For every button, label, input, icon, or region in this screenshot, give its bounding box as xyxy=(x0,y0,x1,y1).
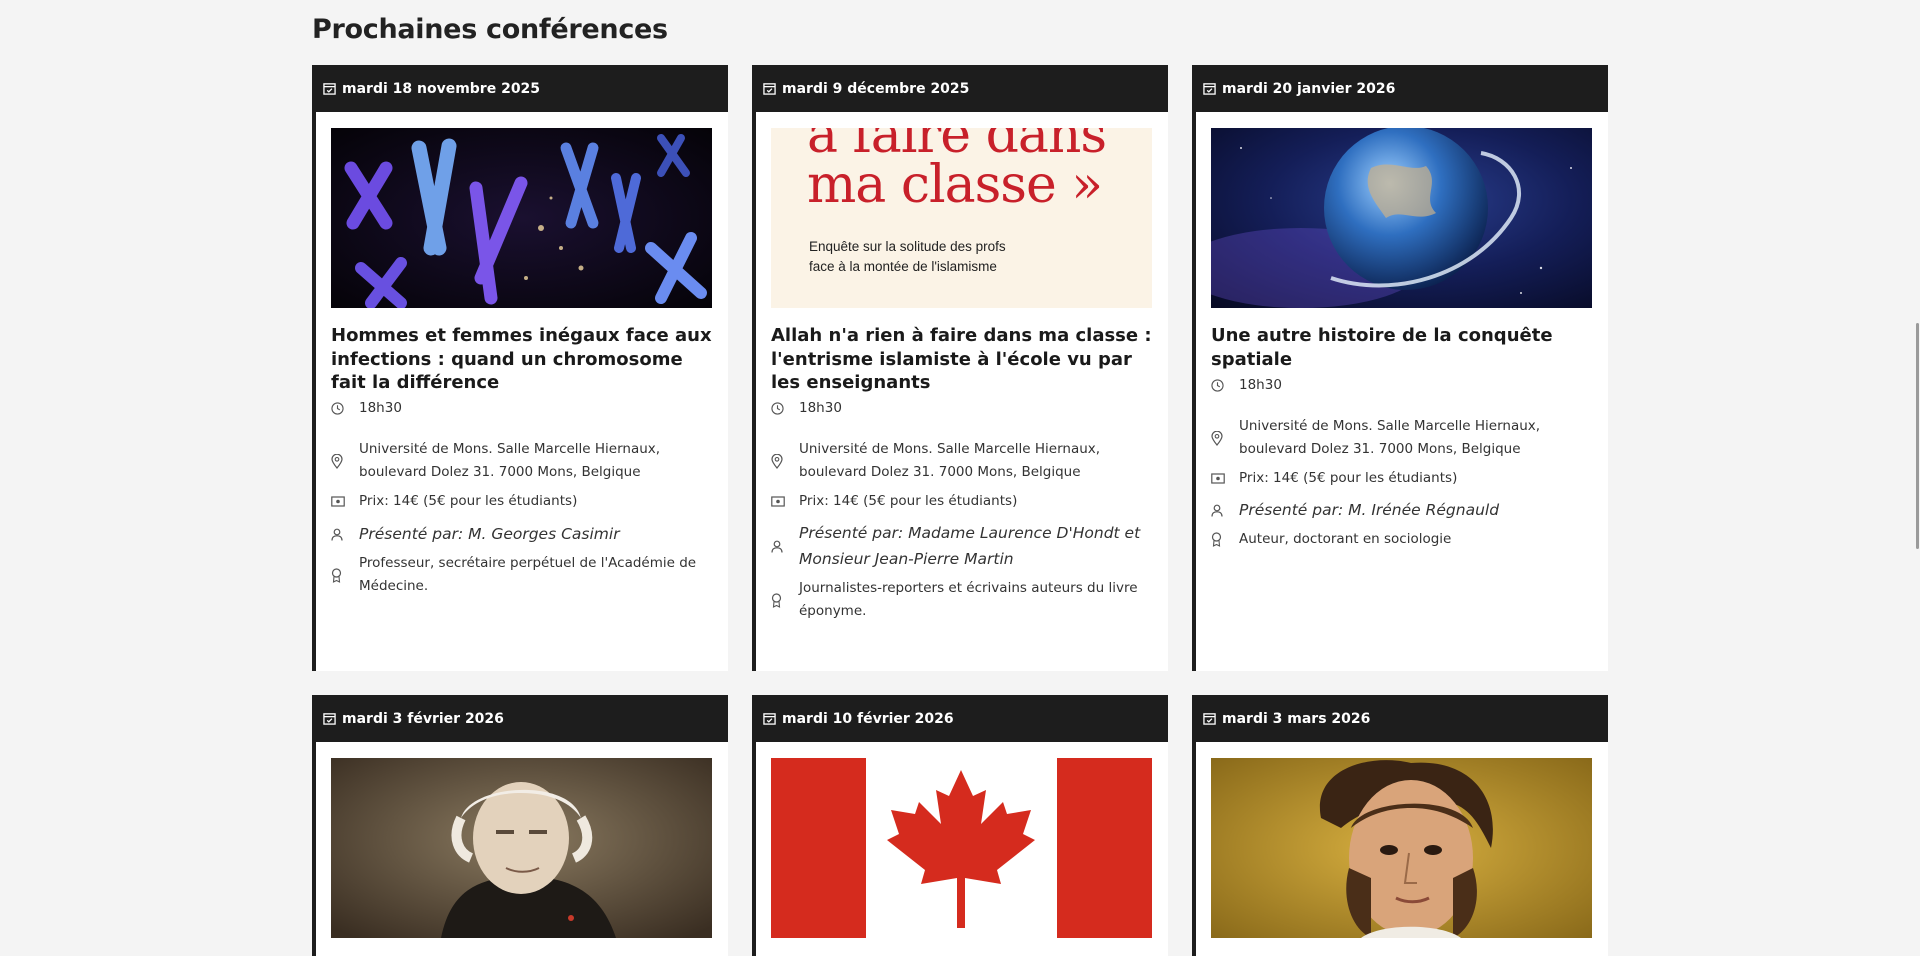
book-cover-sub2: face à la montée de l'islamisme xyxy=(809,259,997,274)
conference-price: Prix: 14€ (5€ pour les étudiants) xyxy=(799,493,1018,509)
card-date-header: mardi 18 novembre 2025 xyxy=(312,65,728,112)
time-row: 18h30 xyxy=(1211,374,1601,397)
conference-image-earth[interactable] xyxy=(1211,128,1592,308)
conference-title[interactable]: Une autre histoire de la conquête spatia… xyxy=(1211,324,1596,371)
conference-card[interactable]: mardi 3 février 2026 xyxy=(312,695,728,956)
card-date: mardi 3 février 2026 xyxy=(342,710,504,727)
conference-image-chromosomes[interactable] xyxy=(331,128,712,308)
map-pin-icon xyxy=(331,453,359,469)
conference-image-book-cover[interactable]: à faire dans ma classe » Enquête sur la … xyxy=(771,128,1152,308)
conference-card[interactable]: mardi 10 février 2026 xyxy=(752,695,1168,956)
conference-presenter: Présenté par: M. Georges Casimir xyxy=(359,525,620,543)
conference-presenter: Présenté par: Madame Laurence D'Hondt et… xyxy=(799,524,1141,568)
money-icon xyxy=(331,496,359,507)
calendar-icon xyxy=(1203,712,1216,725)
card-date: mardi 3 mars 2026 xyxy=(1222,710,1371,727)
map-pin-icon xyxy=(771,453,799,469)
person-icon xyxy=(1211,504,1239,517)
presenter-row: Présenté par: M. Irénée Régnauld xyxy=(1211,497,1601,523)
award-icon xyxy=(1211,532,1239,547)
presenter-bio: Auteur, doctorant en sociologie xyxy=(1239,531,1452,547)
book-cover-sub1: Enquête sur la solitude des profs xyxy=(809,239,1006,254)
card-date: mardi 9 décembre 2025 xyxy=(782,80,970,97)
section-title: Prochaines conférences xyxy=(312,14,668,45)
bio-row: Professeur, secrétaire perpétuel de l'Ac… xyxy=(331,552,721,598)
scrollbar[interactable] xyxy=(1915,0,1920,956)
conference-price: Prix: 14€ (5€ pour les étudiants) xyxy=(1239,470,1458,486)
conference-image-portrait-painting[interactable] xyxy=(1211,758,1592,938)
location-row: Université de Mons. Salle Marcelle Hiern… xyxy=(1211,415,1601,461)
calendar-icon xyxy=(763,82,776,95)
presenter-row: Présenté par: M. Georges Casimir xyxy=(331,521,721,547)
card-date: mardi 20 janvier 2026 xyxy=(1222,80,1396,97)
map-pin-icon xyxy=(1211,430,1239,446)
card-date-header: mardi 3 mars 2026 xyxy=(1192,695,1608,742)
conference-price: Prix: 14€ (5€ pour les étudiants) xyxy=(359,493,578,509)
award-icon xyxy=(771,592,799,608)
presenter-bio: Journalistes-reporters et écrivains aute… xyxy=(799,580,1138,619)
bio-row: Journalistes-reporters et écrivains aute… xyxy=(771,577,1161,623)
location-row: Université de Mons. Salle Marcelle Hiern… xyxy=(331,438,721,484)
clock-icon xyxy=(331,402,359,415)
person-icon xyxy=(771,540,799,553)
conference-time: 18h30 xyxy=(1239,377,1282,393)
price-row: Prix: 14€ (5€ pour les étudiants) xyxy=(1211,467,1601,490)
conference-title[interactable]: Allah n'a rien à faire dans ma classe : … xyxy=(771,324,1156,395)
conference-presenter: Présenté par: M. Irénée Régnauld xyxy=(1239,501,1500,519)
calendar-icon xyxy=(323,712,336,725)
card-date: mardi 18 novembre 2025 xyxy=(342,80,541,97)
conference-location: Université de Mons. Salle Marcelle Hiern… xyxy=(359,441,661,480)
award-icon xyxy=(331,567,359,583)
conference-image-portrait-old-man[interactable] xyxy=(331,758,712,938)
card-date-header: mardi 10 février 2026 xyxy=(752,695,1168,742)
card-date-header: mardi 3 février 2026 xyxy=(312,695,728,742)
conference-location: Université de Mons. Salle Marcelle Hiern… xyxy=(799,441,1101,480)
location-row: Université de Mons. Salle Marcelle Hiern… xyxy=(771,438,1161,484)
conference-title[interactable]: Hommes et femmes inégaux face aux infect… xyxy=(331,324,716,395)
conference-card[interactable]: mardi 18 novembre 2025 Hommes et femmes … xyxy=(312,65,728,671)
calendar-icon xyxy=(1203,82,1216,95)
card-date-header: mardi 9 décembre 2025 xyxy=(752,65,1168,112)
conference-card[interactable]: mardi 3 mars 2026 xyxy=(1192,695,1608,956)
bio-row: Auteur, doctorant en sociologie xyxy=(1211,528,1601,551)
clock-icon xyxy=(771,402,799,415)
price-row: Prix: 14€ (5€ pour les étudiants) xyxy=(771,490,1161,513)
conference-location: Université de Mons. Salle Marcelle Hiern… xyxy=(1239,418,1541,457)
presenter-bio: Professeur, secrétaire perpétuel de l'Ac… xyxy=(359,555,697,594)
scrollbar-thumb[interactable] xyxy=(1916,323,1919,549)
conference-time: 18h30 xyxy=(359,400,402,416)
conference-card[interactable]: mardi 20 janvier 2026 Une autre histoire… xyxy=(1192,65,1608,671)
conference-time: 18h30 xyxy=(799,400,842,416)
calendar-icon xyxy=(763,712,776,725)
card-date: mardi 10 février 2026 xyxy=(782,710,954,727)
time-row: 18h30 xyxy=(331,397,721,420)
clock-icon xyxy=(1211,379,1239,392)
card-date-header: mardi 20 janvier 2026 xyxy=(1192,65,1608,112)
price-row: Prix: 14€ (5€ pour les étudiants) xyxy=(331,490,721,513)
book-cover-line2: ma classe » xyxy=(807,155,1103,215)
presenter-row: Présenté par: Madame Laurence D'Hondt et… xyxy=(771,520,1161,572)
money-icon xyxy=(771,496,799,507)
conference-image-canada-flag[interactable] xyxy=(771,758,1152,938)
time-row: 18h30 xyxy=(771,397,1161,420)
conference-card[interactable]: mardi 9 décembre 2025 à faire dans ma cl… xyxy=(752,65,1168,671)
person-icon xyxy=(331,528,359,541)
calendar-icon xyxy=(323,82,336,95)
money-icon xyxy=(1211,473,1239,484)
